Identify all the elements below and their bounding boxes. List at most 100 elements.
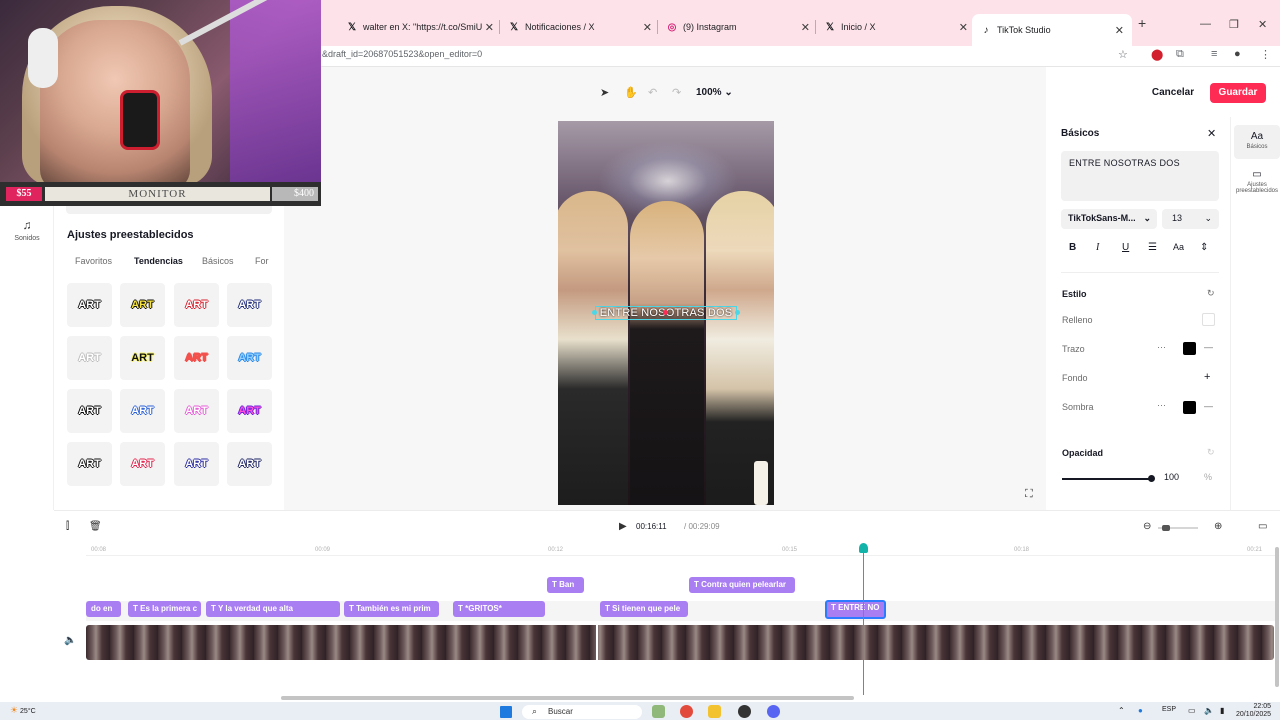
zoom-out-icon[interactable]: ⊖ bbox=[1143, 521, 1151, 532]
case-icon[interactable]: Aa bbox=[1173, 242, 1184, 252]
reset-icon[interactable]: ↻ bbox=[1207, 447, 1215, 458]
text-clip[interactable]: T *GRITOS* bbox=[453, 601, 545, 617]
zoom-in-icon[interactable]: ⊕ bbox=[1214, 521, 1222, 532]
video-track[interactable] bbox=[86, 625, 1274, 660]
shadow-color-swatch[interactable] bbox=[1183, 401, 1196, 414]
zoom-level[interactable]: 100% ⌄ bbox=[696, 87, 733, 98]
rotate-handle[interactable] bbox=[663, 310, 668, 315]
undo-icon[interactable]: ↶ bbox=[648, 86, 657, 99]
spacing-icon[interactable]: ⇕ bbox=[1200, 242, 1208, 253]
new-tab-button[interactable]: + bbox=[1138, 15, 1146, 31]
fill-color-swatch[interactable] bbox=[1202, 313, 1215, 326]
folder-icon[interactable] bbox=[708, 705, 721, 718]
save-button[interactable]: Guardar bbox=[1210, 83, 1266, 103]
text-preset[interactable]: ART bbox=[67, 442, 112, 486]
text-clip[interactable]: T Es la primera c bbox=[128, 601, 201, 617]
more-icon[interactable]: ··· bbox=[1157, 400, 1166, 410]
text-clip[interactable]: do en bbox=[86, 601, 121, 617]
tab-tendencias[interactable]: Tendencias bbox=[134, 256, 183, 266]
split-icon[interactable]: ⫿ bbox=[66, 521, 69, 532]
bold-icon[interactable]: B bbox=[1069, 242, 1076, 253]
close-icon[interactable]: ✕ bbox=[1115, 24, 1124, 37]
fullscreen-icon[interactable]: ⛶ bbox=[1025, 488, 1033, 501]
tab-more[interactable]: For bbox=[255, 256, 269, 266]
text-preset[interactable]: ART bbox=[227, 283, 272, 327]
slider-handle[interactable] bbox=[1162, 525, 1170, 531]
text-clip-selected[interactable]: T ENTRE NO bbox=[825, 600, 886, 619]
text-preset[interactable]: ART bbox=[120, 389, 165, 433]
redo-icon[interactable]: ↷ bbox=[672, 86, 681, 99]
text-preset[interactable]: ART bbox=[67, 389, 112, 433]
browser-tab[interactable]: 𝕏 walter en X: "https://t.co/SmiU ✕ bbox=[342, 16, 494, 38]
close-window-icon[interactable]: ✕ bbox=[1258, 18, 1267, 31]
hand-icon[interactable]: ✋ bbox=[624, 86, 638, 99]
app-icon[interactable] bbox=[652, 705, 665, 718]
resize-handle[interactable] bbox=[592, 310, 597, 315]
battery-icon[interactable]: ▮ bbox=[1220, 706, 1224, 715]
playhead-handle[interactable] bbox=[859, 543, 868, 553]
vertical-scrollbar[interactable] bbox=[1275, 547, 1279, 687]
star-icon[interactable]: ☆ bbox=[1118, 48, 1128, 61]
close-icon[interactable]: ✕ bbox=[643, 21, 652, 34]
extensions-puzzle-icon[interactable]: ⧉ bbox=[1176, 48, 1184, 61]
text-clip[interactable]: T Y la verdad que alta bbox=[206, 601, 340, 617]
close-icon[interactable]: ✕ bbox=[801, 21, 810, 34]
text-preset[interactable]: ART bbox=[120, 336, 165, 380]
opacity-slider[interactable] bbox=[1062, 478, 1152, 480]
text-preset[interactable]: ART bbox=[174, 442, 219, 486]
text-preset[interactable]: ART bbox=[227, 442, 272, 486]
horizontal-scrollbar[interactable] bbox=[281, 696, 854, 700]
close-icon[interactable]: ✕ bbox=[959, 21, 968, 34]
text-content-input[interactable]: ENTRE NOSOTRAS DOS bbox=[1061, 151, 1219, 201]
italic-icon[interactable]: I bbox=[1096, 242, 1099, 253]
text-preset[interactable]: ART bbox=[120, 283, 165, 327]
video-preview[interactable]: ENTRE NOSOTRAS DOS bbox=[558, 121, 774, 505]
text-preset[interactable]: ART bbox=[174, 389, 219, 433]
minus-icon[interactable]: — bbox=[1204, 401, 1213, 411]
speaker-icon[interactable]: 🔈 bbox=[64, 635, 76, 646]
chrome-icon[interactable] bbox=[680, 705, 693, 718]
plus-icon[interactable]: + bbox=[1204, 371, 1210, 383]
play-icon[interactable]: ▶ bbox=[619, 521, 627, 532]
browser-tab-active[interactable]: ♪ TikTok Studio ✕ bbox=[972, 14, 1132, 46]
clock[interactable]: 22:05 20/10/2025 bbox=[1236, 703, 1271, 719]
taskbar-search[interactable]: ⌕ Buscar bbox=[522, 705, 642, 719]
resize-handle[interactable] bbox=[735, 310, 740, 315]
reset-icon[interactable]: ↻ bbox=[1207, 288, 1215, 299]
text-preset[interactable]: ART bbox=[174, 336, 219, 380]
address-bar[interactable]: &draft_id=20687051523&open_editor=0 ☆ ⬤ … bbox=[320, 46, 1280, 66]
more-icon[interactable]: ··· bbox=[1157, 342, 1166, 352]
browser-tab[interactable]: 𝕏 Inicio / X ✕ bbox=[820, 16, 968, 38]
align-icon[interactable]: ☰ bbox=[1148, 242, 1157, 253]
restore-icon[interactable]: ❐ bbox=[1229, 18, 1239, 31]
pointer-icon[interactable]: ➤ bbox=[600, 86, 609, 99]
tab-favoritos[interactable]: Favoritos bbox=[75, 256, 112, 266]
underline-icon[interactable]: U bbox=[1122, 242, 1129, 253]
text-preset[interactable]: ART bbox=[120, 442, 165, 486]
sidebar-item-sounds[interactable]: ♫ Sonidos bbox=[0, 218, 54, 242]
playhead[interactable] bbox=[863, 545, 864, 695]
stroke-color-swatch[interactable] bbox=[1183, 342, 1196, 355]
text-clip[interactable]: T También es mi prim bbox=[344, 601, 439, 617]
profile-avatar-icon[interactable]: ● bbox=[1234, 48, 1241, 60]
delete-icon[interactable]: 🗑 bbox=[89, 521, 102, 532]
cancel-button[interactable]: Cancelar bbox=[1144, 83, 1202, 103]
kebab-menu-icon[interactable]: ⋮ bbox=[1260, 48, 1271, 61]
extension-red-icon[interactable]: ⬤ bbox=[1151, 48, 1163, 61]
tab-basicos[interactable]: Aa Básicos bbox=[1234, 125, 1280, 159]
browser-tab[interactable]: 𝕏 Notificaciones / X ✕ bbox=[504, 16, 652, 38]
microphone-icon[interactable]: ● bbox=[1138, 706, 1143, 715]
close-icon[interactable]: ✕ bbox=[1207, 127, 1216, 140]
text-clip[interactable]: T Si tienen que pele bbox=[600, 601, 688, 617]
text-preset[interactable]: ART bbox=[227, 336, 272, 380]
volume-icon[interactable]: 🔈 bbox=[1204, 706, 1214, 715]
font-size-select[interactable]: 13 ⌄ bbox=[1162, 209, 1219, 229]
discord-icon[interactable] bbox=[767, 705, 780, 718]
font-select[interactable]: TikTokSans-M... ⌄ bbox=[1061, 209, 1157, 229]
browser-tab[interactable]: ◎ (9) Instagram ✕ bbox=[662, 16, 810, 38]
text-preset[interactable]: ART bbox=[67, 336, 112, 380]
text-clip[interactable]: T Ban bbox=[547, 577, 584, 593]
text-clip[interactable]: T Contra quien pelearlar bbox=[689, 577, 795, 593]
chevron-up-icon[interactable]: ⌃ bbox=[1118, 706, 1125, 715]
monitor-icon[interactable]: ▭ bbox=[1188, 706, 1196, 715]
